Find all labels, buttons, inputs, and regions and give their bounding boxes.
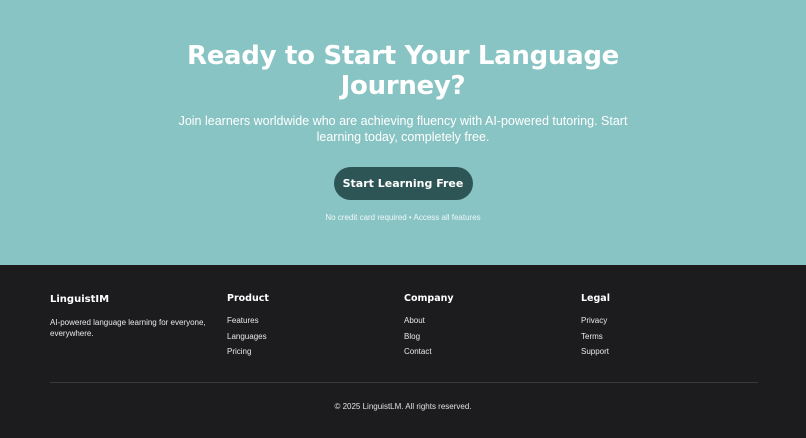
cta-title: Ready to Start Your Language Journey? bbox=[187, 41, 619, 101]
site-footer: LinguistIM AI-powered language learning … bbox=[0, 265, 806, 438]
footer-divider bbox=[50, 382, 758, 383]
footer-brand: LinguistIM AI-powered language learning … bbox=[50, 293, 227, 363]
footer-link-about[interactable]: About bbox=[404, 316, 581, 326]
footer-link-support[interactable]: Support bbox=[581, 347, 758, 357]
footer-link-privacy[interactable]: Privacy bbox=[581, 316, 758, 326]
cta-note: No credit card required • Access all fea… bbox=[325, 213, 481, 222]
footer-column-title: Legal bbox=[581, 293, 610, 304]
footer-copyright: © 2025 LinguistLM. All rights reserved. bbox=[334, 402, 472, 411]
footer-brand-description: AI-powered language learning for everyon… bbox=[50, 318, 206, 338]
footer-columns: LinguistIM AI-powered language learning … bbox=[50, 293, 758, 363]
footer-link-terms[interactable]: Terms bbox=[581, 332, 758, 342]
footer-link-languages[interactable]: Languages bbox=[227, 332, 404, 342]
footer-column-company: Company About Blog Contact bbox=[404, 293, 581, 363]
footer-column-title: Company bbox=[404, 293, 454, 304]
footer-link-features[interactable]: Features bbox=[227, 316, 404, 326]
footer-brand-name: LinguistIM bbox=[50, 294, 110, 305]
cta-section: Ready to Start Your Language Journey? Jo… bbox=[0, 0, 806, 265]
start-learning-button[interactable]: Start Learning Free bbox=[333, 167, 473, 200]
footer-link-pricing[interactable]: Pricing bbox=[227, 347, 404, 357]
footer-link-blog[interactable]: Blog bbox=[404, 332, 581, 342]
footer-link-contact[interactable]: Contact bbox=[404, 347, 581, 357]
cta-subtitle: Join learners worldwide who are achievin… bbox=[178, 114, 628, 144]
footer-column-product: Product Features Languages Pricing bbox=[227, 293, 404, 363]
footer-column-title: Product bbox=[227, 293, 269, 304]
footer-column-legal: Legal Privacy Terms Support bbox=[581, 293, 758, 363]
